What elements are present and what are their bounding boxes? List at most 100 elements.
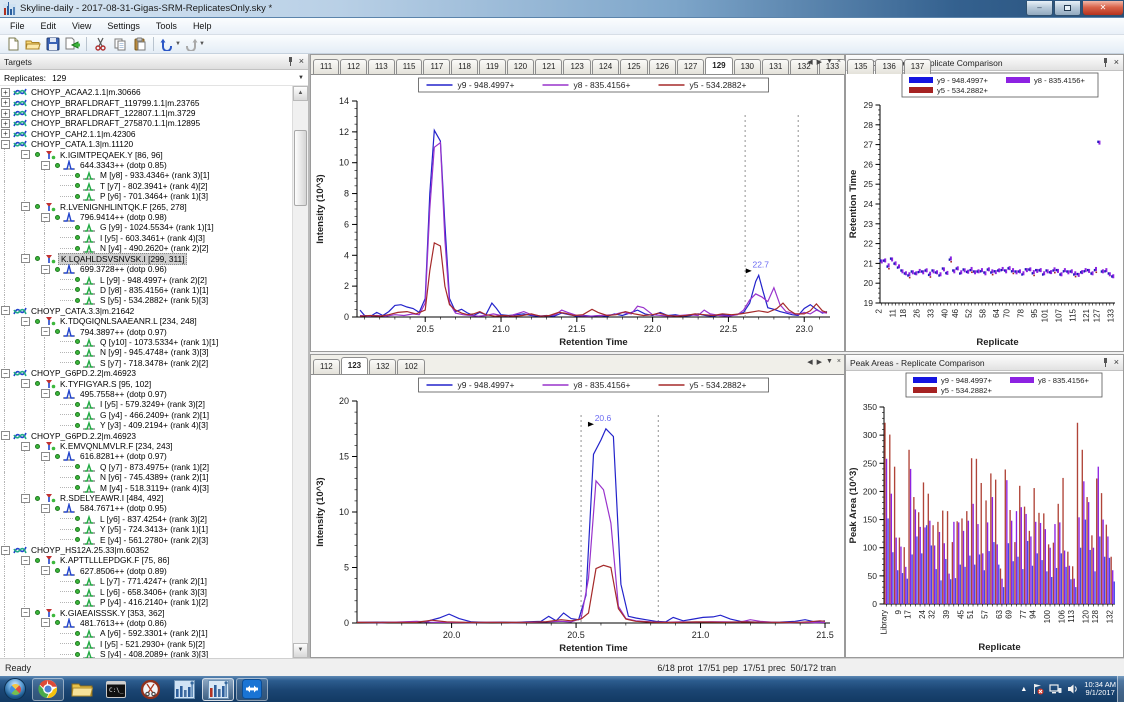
pin-icon[interactable] [287, 57, 294, 66]
collapse-icon[interactable]: − [1, 369, 10, 378]
collapse-icon[interactable]: − [41, 327, 50, 336]
save-button[interactable] [43, 36, 63, 53]
replicate-tab-127[interactable]: 127 [677, 59, 704, 74]
tree-item-transition[interactable]: M [y4] - 518.3119+ (rank 4)[3] [0, 482, 292, 492]
tree-item-peptide[interactable]: −R.SDELYEAWR.I [484, 492] [0, 493, 292, 503]
tree-item-transition[interactable]: D [y8] - 835.4156+ (rank 1)[1] [0, 285, 292, 295]
collapse-icon[interactable]: − [41, 265, 50, 274]
tree-item-precursor[interactable]: −627.8506++ (dotp 0.89) [0, 566, 292, 576]
tree-item-peptide[interactable]: −R.LVENIGNHLINTQK.F [265, 278] [0, 201, 292, 211]
prev-tab-icon[interactable]: ◀ [807, 58, 812, 66]
scrollbar-thumb[interactable] [294, 130, 307, 206]
replicate-tab-123[interactable]: 123 [341, 357, 368, 374]
tray-expand-icon[interactable]: ▲ [1020, 686, 1027, 693]
collapse-icon[interactable]: − [41, 618, 50, 627]
tree-item-transition[interactable]: P [y4] - 416.2140+ (rank 1)[2] [0, 597, 292, 607]
menu-edit[interactable]: Edit [33, 19, 65, 33]
replicate-tab-137[interactable]: 137 [904, 59, 931, 74]
tree-item-peptide[interactable]: −K.APTTLLLEPDGK.F [75, 86] [0, 555, 292, 565]
tree-item-transition[interactable]: S [y4] - 408.2089+ (rank 3)[3] [0, 649, 292, 658]
replicate-tab-111[interactable]: 111 [313, 59, 339, 74]
replicate-tab-123[interactable]: 123 [563, 59, 590, 74]
close-button[interactable]: ✕ [1082, 1, 1124, 16]
tree-item-protein[interactable]: −CHOYP_G6PD.2.2|m.46923 [0, 368, 292, 378]
replicate-tab-112[interactable]: 112 [313, 359, 340, 374]
replicate-tab-126[interactable]: 126 [649, 59, 676, 74]
tree-item-transition[interactable]: M [y8] - 933.4346+ (rank 3)[1] [0, 170, 292, 180]
tree-item-protein[interactable]: −CHOYP_CATA.3.3|m.21642 [0, 306, 292, 316]
collapse-icon[interactable]: − [21, 379, 30, 388]
tree-item-protein[interactable]: +CHOYP_ACAA2.1.1|m.30666 [0, 87, 292, 97]
replicate-tab-120[interactable]: 120 [507, 59, 534, 74]
expand-icon[interactable]: + [1, 109, 10, 118]
pin-icon[interactable] [1102, 358, 1109, 367]
scroll-up-icon[interactable]: ▲ [293, 86, 308, 101]
taskbar-skyline-daily[interactable] [202, 678, 234, 701]
collapse-icon[interactable]: − [1, 306, 10, 315]
replicate-tab-131[interactable]: 131 [762, 59, 789, 74]
redo-dropdown-icon[interactable]: ▼ [199, 41, 205, 47]
taskbar-file-explorer[interactable] [66, 678, 98, 701]
collapse-icon[interactable]: − [21, 202, 30, 211]
collapse-icon[interactable]: − [1, 431, 10, 440]
replicate-tab-129[interactable]: 129 [705, 57, 732, 74]
collapse-icon[interactable]: − [41, 504, 50, 513]
tree-item-transition[interactable]: S [y7] - 718.3478+ (rank 2)[2] [0, 358, 292, 368]
minimize-button[interactable]: – [1026, 1, 1053, 16]
restore-button[interactable] [1054, 1, 1081, 16]
tab-menu-icon[interactable]: ▼ [826, 358, 833, 366]
start-button[interactable] [4, 678, 26, 700]
share-document-button[interactable] [63, 36, 83, 53]
tree-item-precursor[interactable]: −794.3897++ (dotp 0.97) [0, 326, 292, 336]
tree-item-protein[interactable]: −CHOYP_CATA.1.3|m.11120 [0, 139, 292, 149]
tree-item-precursor[interactable]: −584.7671++ (dotp 0.95) [0, 503, 292, 513]
collapse-icon[interactable]: − [41, 213, 50, 222]
close-tab-icon[interactable]: × [837, 358, 841, 366]
next-tab-icon[interactable]: ▶ [817, 58, 822, 66]
network-icon[interactable] [1049, 683, 1062, 695]
tree-item-peptide[interactable]: −K.GIAEAISSSK.Y [353, 362] [0, 607, 292, 617]
tree-item-transition[interactable]: Q [y10] - 1073.5334+ (rank 1)[1] [0, 337, 292, 347]
replicate-tab-132[interactable]: 132 [369, 359, 396, 374]
tree-item-peptide[interactable]: −K.TDQGIQNLSAAEANR.L [234, 248] [0, 316, 292, 326]
collapse-icon[interactable]: − [21, 317, 30, 326]
volume-icon[interactable] [1067, 683, 1079, 695]
targets-scrollbar[interactable]: ▲ ▼ [292, 86, 308, 658]
replicate-tab-130[interactable]: 130 [734, 59, 761, 74]
taskbar-snipping-tool[interactable] [134, 678, 166, 701]
tree-item-peptide[interactable]: −K.LQAHLDSVSNVSK.I [299, 311] [0, 254, 292, 264]
tree-item-protein[interactable]: −CHOYP_G6PD.2.2|m.46923 [0, 430, 292, 440]
menu-file[interactable]: File [2, 19, 33, 33]
collapse-icon[interactable]: − [41, 452, 50, 461]
collapse-icon[interactable]: − [1, 546, 10, 555]
action-center-flag-icon[interactable] [1032, 683, 1044, 695]
collapse-icon[interactable]: − [21, 150, 30, 159]
replicate-tab-136[interactable]: 136 [875, 59, 902, 74]
replicate-tab-125[interactable]: 125 [620, 59, 647, 74]
tree-item-protein[interactable]: +CHOYP_BRAFLDRAFT_119799.1.1|m.23765 [0, 97, 292, 107]
chromatogram-top-chart[interactable]: 20.521.021.522.022.523.002468101214Reten… [311, 75, 842, 351]
tree-item-transition[interactable]: G [y4] - 466.2409+ (rank 2)[1] [0, 410, 292, 420]
collapse-icon[interactable]: − [21, 254, 30, 263]
tree-item-transition[interactable]: L [y9] - 948.4997+ (rank 2)[2] [0, 274, 292, 284]
close-tab-icon[interactable]: × [837, 58, 841, 66]
cut-button[interactable] [90, 36, 110, 53]
close-panel-icon[interactable]: × [1114, 58, 1119, 67]
tree-item-peptide[interactable]: −K.EMVQNLMVLR.F [234, 243] [0, 441, 292, 451]
tree-item-transition[interactable]: A [y6] - 592.3301+ (rank 2)[1] [0, 628, 292, 638]
copy-button[interactable] [110, 36, 130, 53]
collapse-icon[interactable]: − [21, 608, 30, 617]
open-folder-button[interactable] [23, 36, 43, 53]
replicate-tab-121[interactable]: 121 [535, 59, 562, 74]
paste-button[interactable] [130, 36, 150, 53]
tree-item-transition[interactable]: Y [y3] - 409.2194+ (rank 4)[3] [0, 420, 292, 430]
tree-item-precursor[interactable]: −495.7558++ (dotp 0.97) [0, 389, 292, 399]
tree-item-transition[interactable]: Q [y7] - 873.4975+ (rank 1)[2] [0, 462, 292, 472]
tab-menu-icon[interactable]: ▼ [826, 58, 833, 66]
tree-item-transition[interactable]: I [y5] - 521.2930+ (rank 5)[2] [0, 639, 292, 649]
next-tab-icon[interactable]: ▶ [817, 358, 822, 366]
tree-item-protein[interactable]: −CHOYP_HS12A.25.33|m.60352 [0, 545, 292, 555]
tree-item-transition[interactable]: N [y9] - 945.4748+ (rank 3)[3] [0, 347, 292, 357]
redo-button[interactable] [181, 36, 201, 53]
tree-item-transition[interactable]: I [y5] - 579.3249+ (rank 3)[2] [0, 399, 292, 409]
